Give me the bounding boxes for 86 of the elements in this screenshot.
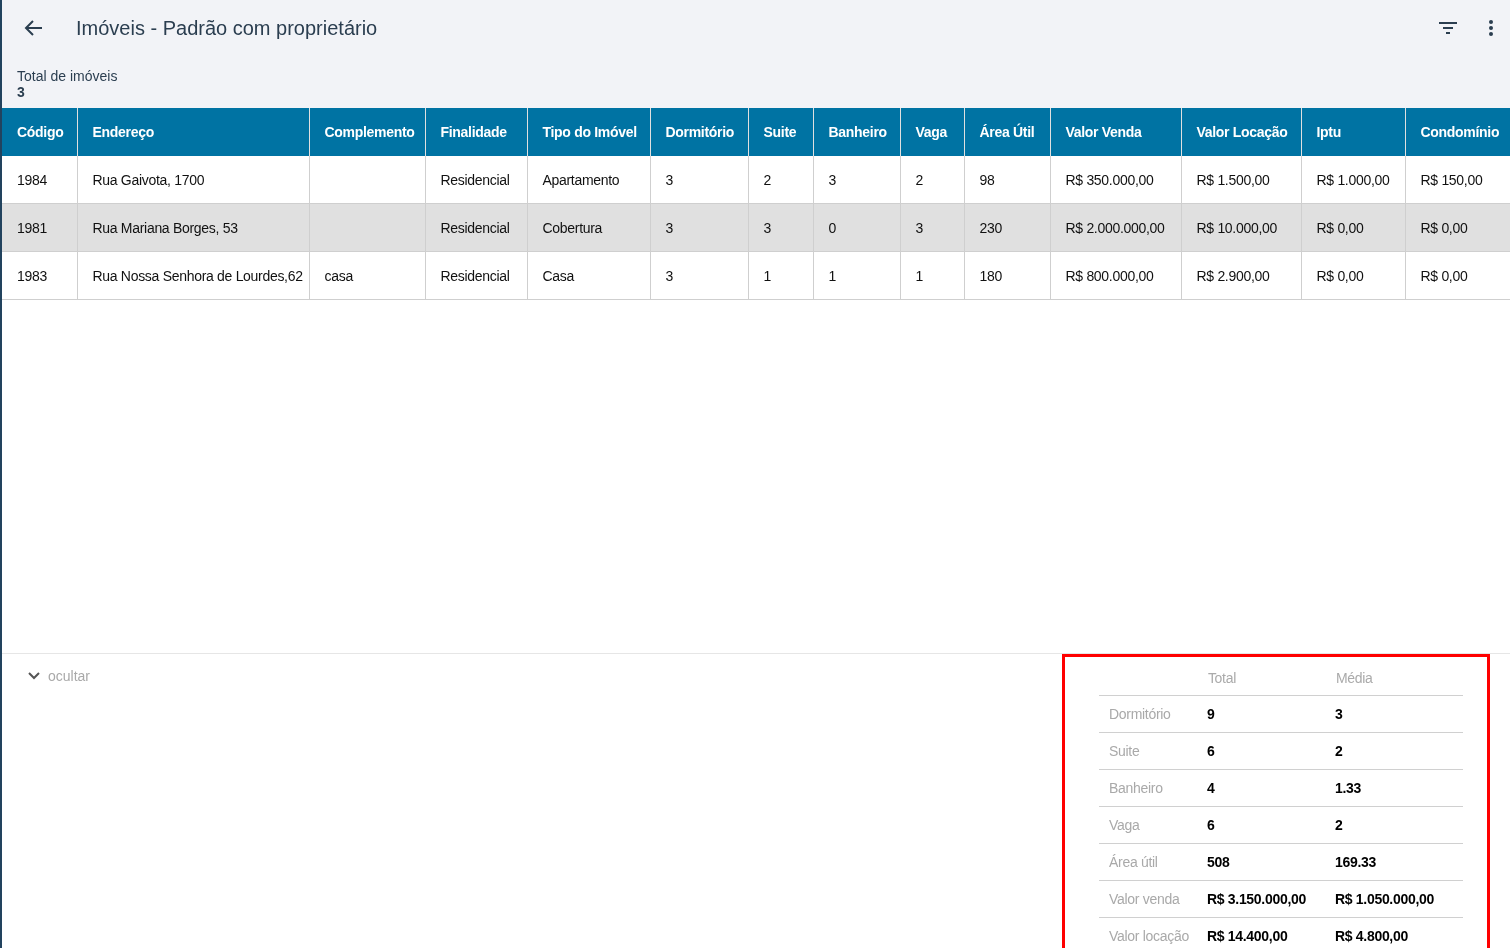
- table-cell: Rua Gaivota, 1700: [92, 171, 205, 188]
- table-cell: 180: [979, 267, 1002, 284]
- table-cell: Rua Nossa Senhora de Lourdes,62: [92, 267, 303, 284]
- table-cell: R$ 2.900,00: [1196, 267, 1270, 284]
- table-cell: R$ 800.000,00: [1065, 267, 1154, 284]
- column-header[interactable]: Endereço: [77, 108, 309, 156]
- row-label: Suite: [1109, 743, 1140, 759]
- average-value: 1.33: [1334, 780, 1361, 796]
- table-cell: R$ 0,00: [1420, 219, 1468, 236]
- table-row[interactable]: 1983 Rua Nossa Senhora de Lourdes,62 casa Residencial Casa 3 1 1 1 180 R$ 800.000,00 R$ 2.900,00 R$ 0,00 R$ 0,00: [2, 251, 1510, 300]
- table-cell: R$ 350.000,00: [1065, 171, 1154, 188]
- table-cell: R$ 1.500,00: [1196, 171, 1270, 188]
- table-cell: 1983: [17, 267, 47, 284]
- column-header[interactable]: Vaga: [900, 108, 964, 156]
- column-header[interactable]: Condomínio: [1405, 108, 1510, 156]
- more-vertical-icon: [1488, 19, 1494, 37]
- column-header[interactable]: Complemento: [309, 108, 425, 156]
- average-value: 2: [1334, 817, 1343, 833]
- column-header[interactable]: Dormitório: [650, 108, 748, 156]
- table-cell: R$ 10.000,00: [1196, 219, 1277, 236]
- column-header[interactable]: Finalidade: [425, 108, 527, 156]
- total-value: 3: [17, 84, 26, 100]
- table-cell: 2: [763, 171, 771, 188]
- table-cell: Casa: [542, 267, 574, 284]
- back-arrow-icon: [24, 18, 44, 38]
- table-cell: 98: [979, 171, 995, 188]
- table-cell: 1981: [17, 219, 47, 236]
- column-header[interactable]: Valor Locação: [1181, 108, 1301, 156]
- row-label: Valor venda: [1109, 891, 1180, 907]
- average-value: R$ 1.050.000,00: [1334, 891, 1434, 907]
- column-header[interactable]: Área Útil: [964, 108, 1050, 156]
- column-header[interactable]: Código: [2, 108, 77, 156]
- column-header[interactable]: Suite: [748, 108, 813, 156]
- column-header[interactable]: Tipo do Imóvel: [527, 108, 650, 156]
- table-cell: 3: [665, 267, 673, 284]
- column-header: Média: [1335, 670, 1373, 686]
- table-cell: R$ 2.000.000,00: [1065, 219, 1165, 236]
- row-label: Vaga: [1109, 817, 1140, 833]
- table-cell: 2: [915, 171, 923, 188]
- total-value: 508: [1206, 854, 1230, 870]
- table-cell: R$ 0,00: [1316, 219, 1364, 236]
- table-cell: 3: [665, 171, 673, 188]
- table-cell: 230: [979, 219, 1002, 236]
- table-cell: Residencial: [440, 219, 510, 236]
- table-cell: R$ 0,00: [1420, 267, 1468, 284]
- table-cell: R$ 150,00: [1420, 171, 1483, 188]
- row-label: Dormitório: [1109, 706, 1171, 722]
- total-label: Total de imóveis: [17, 68, 119, 84]
- table-cell: 1: [828, 267, 836, 284]
- table-cell: 1: [915, 267, 923, 284]
- table-cell: Residencial: [440, 171, 510, 188]
- table-cell: casa: [324, 267, 353, 284]
- table-cell: Rua Mariana Borges, 53: [92, 219, 238, 236]
- row-label: Valor locação: [1109, 928, 1189, 944]
- table-row[interactable]: 1984 Rua Gaivota, 1700 Residencial Apartamento 3 2 3 2 98 R$ 350.000,00 R$ 1.500,00 R$ 1.000,00 R$ 150,00: [2, 156, 1510, 204]
- row-label: Área útil: [1109, 854, 1158, 870]
- total-value: 6: [1206, 743, 1215, 759]
- average-value: 169.33: [1334, 854, 1376, 870]
- total-value: 4: [1206, 780, 1215, 796]
- average-value: 3: [1334, 706, 1343, 722]
- table-cell: R$ 0,00: [1316, 267, 1364, 284]
- page-title: Imóveis - Padrão com proprietário: [76, 16, 379, 40]
- table-cell: 1: [763, 267, 771, 284]
- table-cell: 3: [828, 171, 836, 188]
- column-header[interactable]: Iptu: [1301, 108, 1405, 156]
- table-cell: Residencial: [440, 267, 510, 284]
- table-cell: 0: [828, 219, 836, 236]
- table-cell: Apartamento: [542, 171, 620, 188]
- table-cell: R$ 1.000,00: [1316, 171, 1390, 188]
- table-cell: 3: [763, 219, 771, 236]
- average-value: R$ 4.800,00: [1334, 928, 1408, 944]
- table-row[interactable]: 1981 Rua Mariana Borges, 53 Residencial Cobertura 3 3 0 3 230 R$ 2.000.000,00 R$ 10.000,00 R$ 0,00 R$ 0,00: [2, 203, 1510, 252]
- total-value: R$ 14.400,00: [1206, 928, 1288, 944]
- total-value: R$ 3.150.000,00: [1206, 891, 1306, 907]
- average-value: 2: [1334, 743, 1343, 759]
- table-cell: 3: [915, 219, 923, 236]
- column-header: Total: [1207, 670, 1236, 686]
- table-cell: 3: [665, 219, 673, 236]
- total-value: 6: [1206, 817, 1215, 833]
- table-cell: Cobertura: [542, 219, 603, 236]
- total-value: 9: [1206, 706, 1215, 722]
- filter-icon: [1438, 21, 1458, 35]
- column-header[interactable]: Valor Venda: [1050, 108, 1181, 156]
- table-cell: 1984: [17, 171, 47, 188]
- column-header[interactable]: Banheiro: [813, 108, 900, 156]
- row-label: Banheiro: [1109, 780, 1163, 796]
